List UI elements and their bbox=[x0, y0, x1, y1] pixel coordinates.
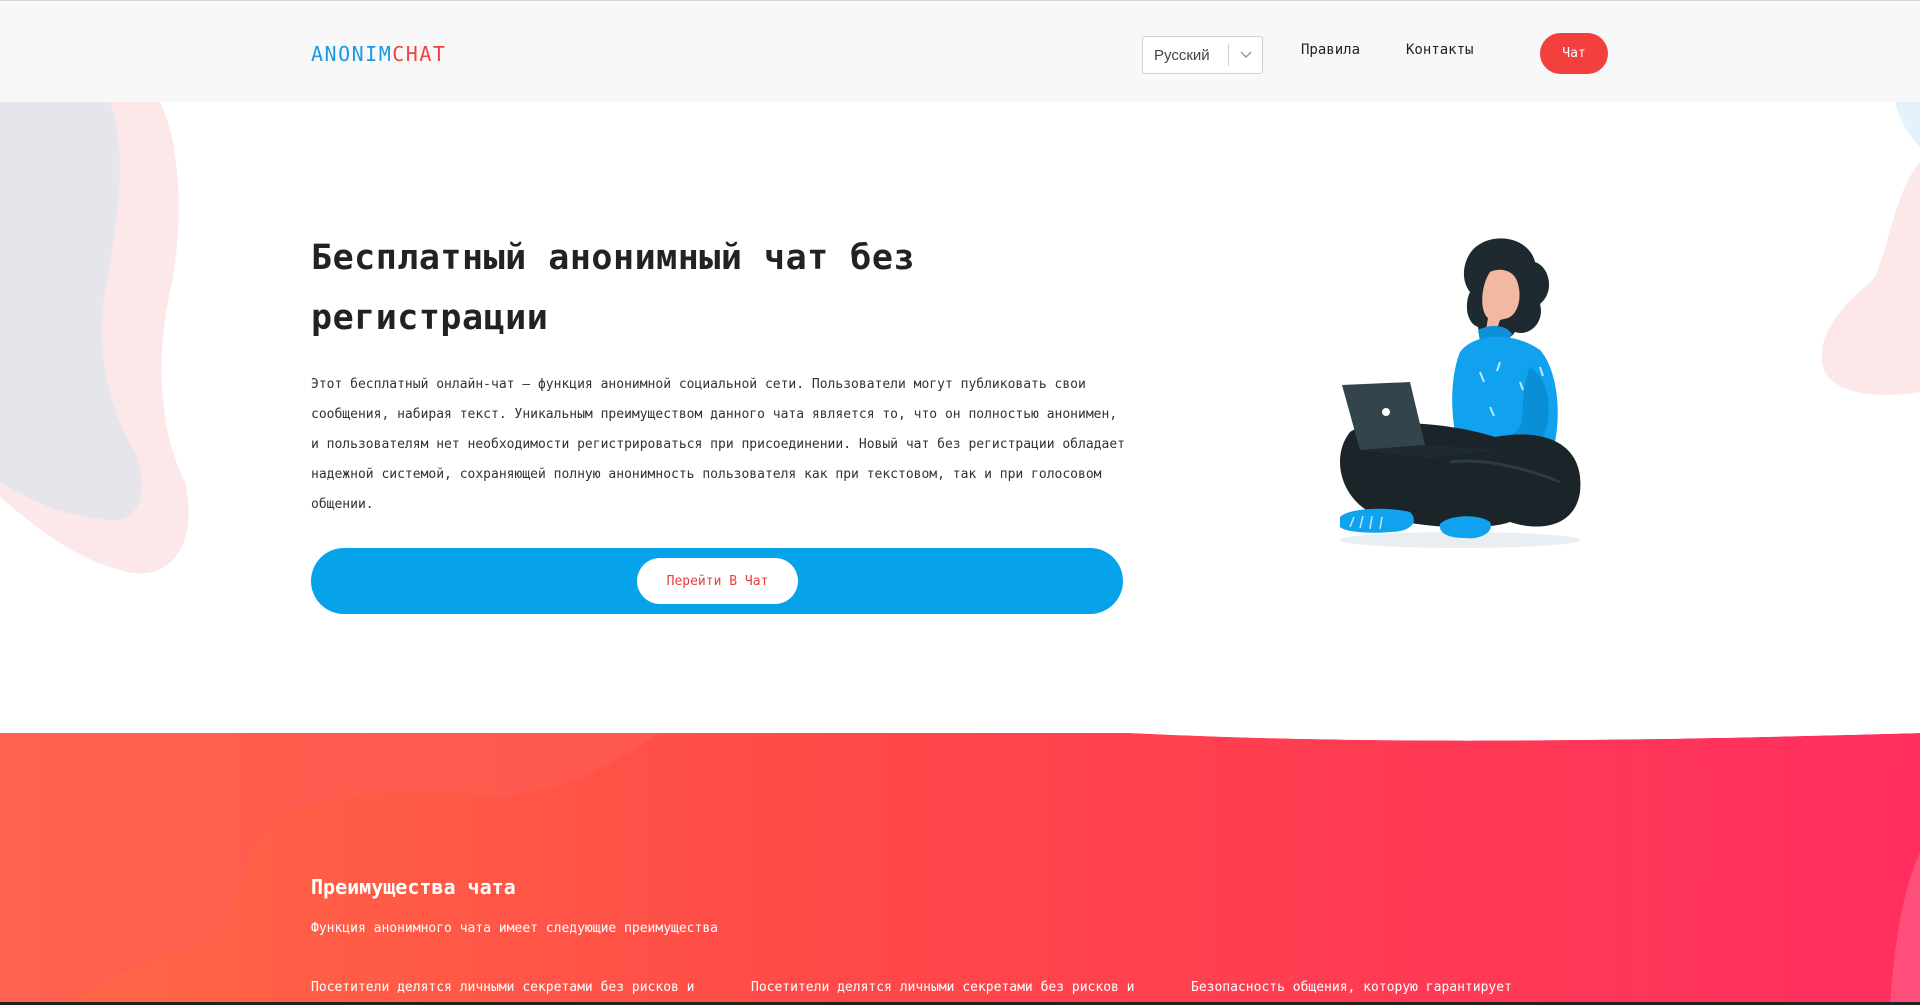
nav-link-rules[interactable]: Правила bbox=[1301, 42, 1360, 58]
site-logo[interactable]: ANONIMCHAT bbox=[311, 42, 446, 66]
logo-part-chat: CHAT bbox=[392, 42, 447, 66]
decorative-blob-left bbox=[0, 102, 189, 574]
language-select[interactable]: Русский bbox=[1142, 36, 1263, 74]
language-selected-value: Русский bbox=[1154, 46, 1210, 64]
go-to-chat-button[interactable]: Перейти В Чат bbox=[637, 558, 798, 604]
advantages-title: Преимущества чата bbox=[311, 875, 516, 899]
site-header: ANONIMCHAT Русский Правила Контакты Чат bbox=[0, 1, 1920, 102]
chat-button[interactable]: Чат bbox=[1540, 33, 1608, 74]
advantages-background bbox=[0, 733, 1920, 1005]
advantages-section bbox=[0, 733, 1920, 1005]
nav-link-contacts[interactable]: Контакты bbox=[1406, 42, 1473, 58]
chevron-down-icon[interactable] bbox=[1229, 51, 1262, 59]
advantage-item: Посетители делятся личными секретами без… bbox=[311, 980, 695, 995]
decorative-blob-right bbox=[1821, 102, 1920, 395]
advantages-subtitle: Функция анонимного чата имеет следующие … bbox=[311, 921, 718, 936]
advantage-item: Безопасность общения, которую гарантируе… bbox=[1191, 980, 1512, 995]
hero-description: Этот бесплатный онлайн-чат – функция ано… bbox=[311, 377, 1125, 512]
woman-with-laptop-illustration bbox=[1340, 238, 1581, 548]
advantage-item: Посетители делятся личными секретами без… bbox=[751, 980, 1135, 995]
logo-part-anonim: ANONIM bbox=[311, 42, 393, 66]
hero-title: Бесплатный анонимный чат без регистрации bbox=[311, 238, 916, 338]
